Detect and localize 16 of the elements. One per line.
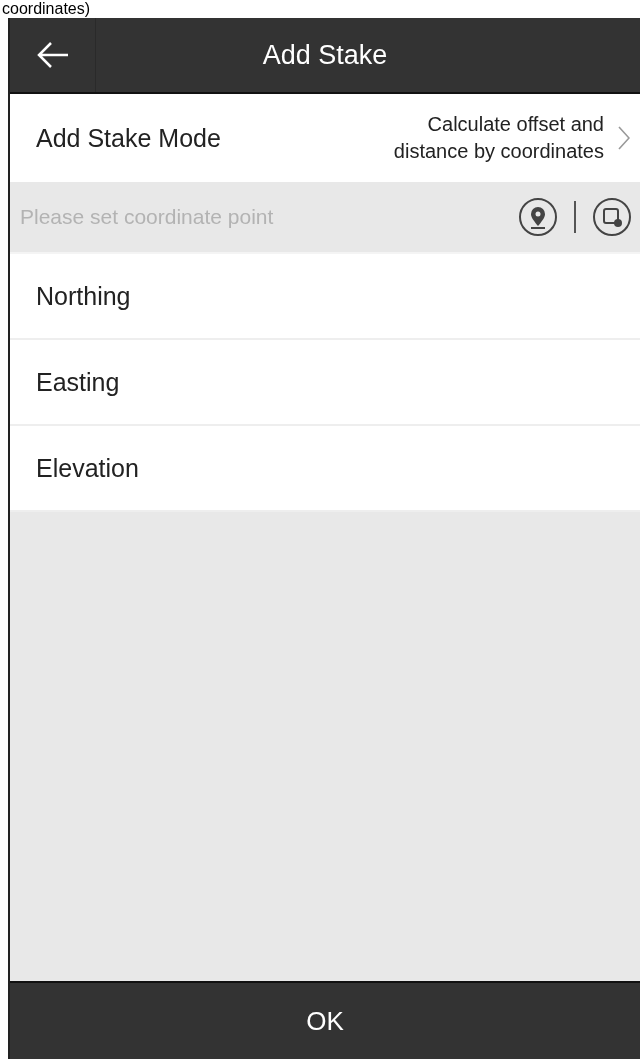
back-arrow-icon: [35, 41, 70, 69]
field-row[interactable]: Easting: [10, 340, 640, 426]
field-row[interactable]: Northing: [10, 254, 640, 340]
screen-title: Add Stake: [262, 39, 388, 71]
mode-row[interactable]: Add Stake Mode Calculate offset and distance by coordinates: [10, 94, 640, 182]
select-point-icon[interactable]: [592, 197, 632, 237]
field-row[interactable]: Elevation: [10, 426, 640, 512]
field-label: Northing: [36, 281, 131, 311]
chevron-right-icon: [618, 126, 630, 150]
field-label: Easting: [36, 367, 120, 397]
mode-label: Add Stake Mode: [36, 123, 222, 153]
mode-value: Calculate offset and distance by coordinates: [393, 112, 604, 164]
caption-text: coordinates): [1, 0, 92, 18]
field-label: Elevation: [36, 453, 139, 483]
location-pin-icon[interactable]: [518, 197, 558, 237]
ok-button[interactable]: OK: [10, 981, 640, 1059]
